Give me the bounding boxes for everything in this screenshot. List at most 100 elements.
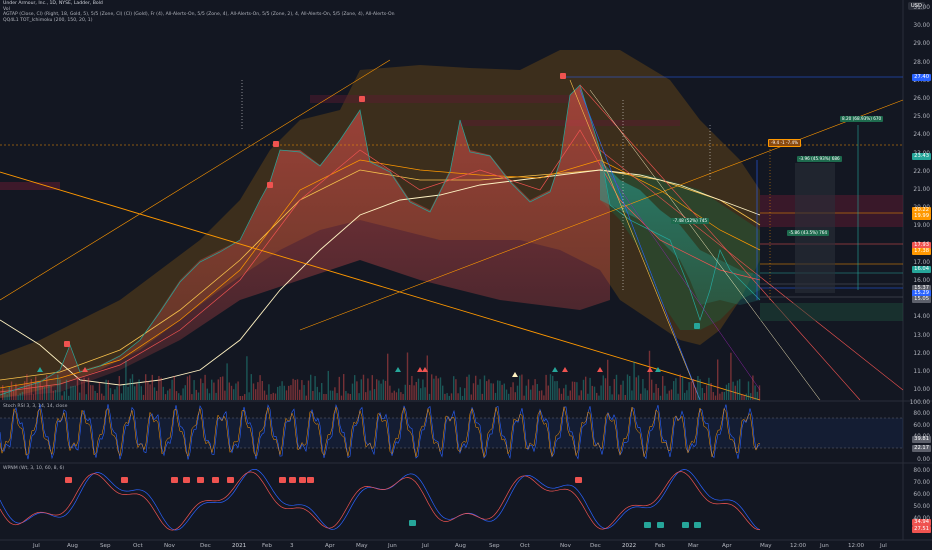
- wt-signal-icon[interactable]: [682, 522, 689, 528]
- volume-bar: [215, 392, 217, 400]
- volume-bar: [145, 374, 147, 400]
- signal-triangle-icon[interactable]: [655, 367, 661, 372]
- volume-bar: [664, 385, 666, 400]
- signal-square-icon[interactable]: [560, 73, 566, 79]
- volume-bar: [576, 382, 578, 400]
- volume-bar: [609, 385, 611, 400]
- volume-bar: [206, 388, 208, 400]
- volume-bar: [620, 384, 622, 400]
- wt-signal-icon[interactable]: [694, 522, 701, 528]
- volume-bar: [299, 389, 301, 400]
- wt-signal-icon[interactable]: [299, 477, 306, 483]
- signal-square-icon[interactable]: [273, 141, 279, 147]
- resistance-zone: [0, 182, 60, 190]
- volume-bar: [450, 393, 453, 400]
- rsi-pane-label[interactable]: Stoch RSI 3, 3, 14, 14, close: [3, 404, 67, 409]
- volume-bar: [596, 392, 598, 400]
- resistance-zone: [310, 95, 570, 103]
- volume-bar: [288, 385, 290, 400]
- time-axis-label: May: [356, 543, 368, 549]
- signal-triangle-icon[interactable]: [597, 367, 603, 372]
- wt-signal-icon[interactable]: [575, 477, 582, 483]
- wt-signal-icon[interactable]: [212, 477, 219, 483]
- measure-annotation[interactable]: -7.48 (52%) 745: [671, 218, 710, 224]
- volume-bar: [197, 392, 200, 400]
- wt-signal-icon[interactable]: [197, 477, 204, 483]
- rsi-axis-label: 0.00: [917, 457, 930, 463]
- signal-triangle-icon[interactable]: [395, 367, 401, 372]
- price-tag: 16.04: [912, 266, 931, 273]
- wt-signal-icon[interactable]: [289, 477, 296, 483]
- time-axis-label: Sep: [100, 543, 111, 549]
- wt-signal-icon[interactable]: [307, 477, 314, 483]
- wt-signal-icon[interactable]: [657, 522, 664, 528]
- signal-triangle-icon[interactable]: [512, 372, 518, 377]
- volume-bar: [217, 379, 219, 400]
- price-axis-label: 19.00: [913, 223, 930, 230]
- volume-bar: [406, 352, 409, 400]
- wt-signal-icon[interactable]: [279, 477, 286, 483]
- signal-triangle-icon[interactable]: [552, 367, 558, 372]
- volume-bar: [477, 384, 479, 400]
- measure-annotation[interactable]: -9.4 -1 -7.4%: [768, 139, 802, 147]
- wt-signal-icon[interactable]: [227, 477, 234, 483]
- volume-bar: [501, 384, 503, 400]
- wt-signal-icon[interactable]: [65, 477, 72, 483]
- volume-bar: [431, 374, 433, 400]
- volume-bar: [4, 390, 6, 400]
- volume-bar: [8, 386, 10, 400]
- volume-bar: [211, 379, 213, 400]
- wt-signal-icon[interactable]: [171, 477, 178, 483]
- volume-bar: [246, 356, 248, 400]
- time-axis-label: Jul: [880, 543, 887, 549]
- price-chart[interactable]: [0, 0, 932, 550]
- volume-bar: [138, 379, 140, 400]
- volume-bar: [631, 390, 633, 400]
- volume-bar: [15, 383, 17, 400]
- volume-bar: [178, 393, 180, 400]
- rsi-axis-label: 60.00: [913, 422, 930, 429]
- volume-bar: [74, 385, 76, 400]
- signal-square-icon[interactable]: [694, 323, 700, 329]
- legend-indicator-1[interactable]: AGTAP (Close, Cl) (Right, 18, Gold, 5), …: [3, 12, 394, 18]
- time-axis-label: 12:00: [790, 543, 807, 549]
- volume-bar: [200, 378, 202, 400]
- volume-bar: [490, 383, 492, 400]
- wt-signal-icon[interactable]: [644, 522, 651, 528]
- volume-bar: [745, 393, 747, 400]
- volume-bar: [226, 363, 228, 400]
- signal-triangle-icon[interactable]: [562, 367, 568, 372]
- wt-pane-label[interactable]: WPNM (Wt, 3, 10, 60, 8, 6): [3, 466, 64, 471]
- volume-bar: [719, 393, 721, 400]
- volume-bar: [503, 383, 505, 400]
- legend-indicator-2[interactable]: QQ4L1 TOT_Ichimoku (200, 150, 20, 1): [3, 18, 394, 24]
- volume-bar: [193, 380, 195, 400]
- signal-square-icon[interactable]: [64, 341, 70, 347]
- measure-annotation[interactable]: -5.86 (43.5%) 764: [787, 230, 830, 236]
- time-axis-label: Apr: [325, 543, 335, 549]
- volume-bar: [646, 390, 648, 400]
- signal-triangle-icon[interactable]: [417, 367, 423, 372]
- volume-bar: [686, 390, 688, 400]
- volume-bar: [714, 395, 717, 400]
- volume-bar: [65, 379, 68, 400]
- volume-bar: [59, 379, 61, 400]
- wt-signal-icon[interactable]: [409, 520, 416, 526]
- signal-square-icon[interactable]: [359, 96, 365, 102]
- signal-square-icon[interactable]: [267, 182, 273, 188]
- chart-stage[interactable]: Under Armour, Inc., 1D, NYSE, Ladder, Bo…: [0, 0, 932, 550]
- volume-bar: [208, 393, 211, 400]
- volume-bar: [673, 381, 675, 400]
- volume-bar: [607, 359, 609, 400]
- volume-bar: [510, 387, 512, 400]
- volume-bar: [43, 386, 46, 400]
- volume-bar: [118, 376, 120, 400]
- volume-bar: [173, 376, 175, 400]
- volume-bar: [747, 381, 750, 400]
- price-axis-label: 17.00: [913, 259, 930, 266]
- measure-annotation[interactable]: 8.20 (68.93%) 670: [840, 116, 884, 122]
- wt-signal-icon[interactable]: [121, 477, 128, 483]
- volume-bar: [2, 385, 4, 400]
- measure-annotation[interactable]: -3.96 (45.93%) 686: [797, 156, 842, 162]
- wt-signal-icon[interactable]: [183, 477, 190, 483]
